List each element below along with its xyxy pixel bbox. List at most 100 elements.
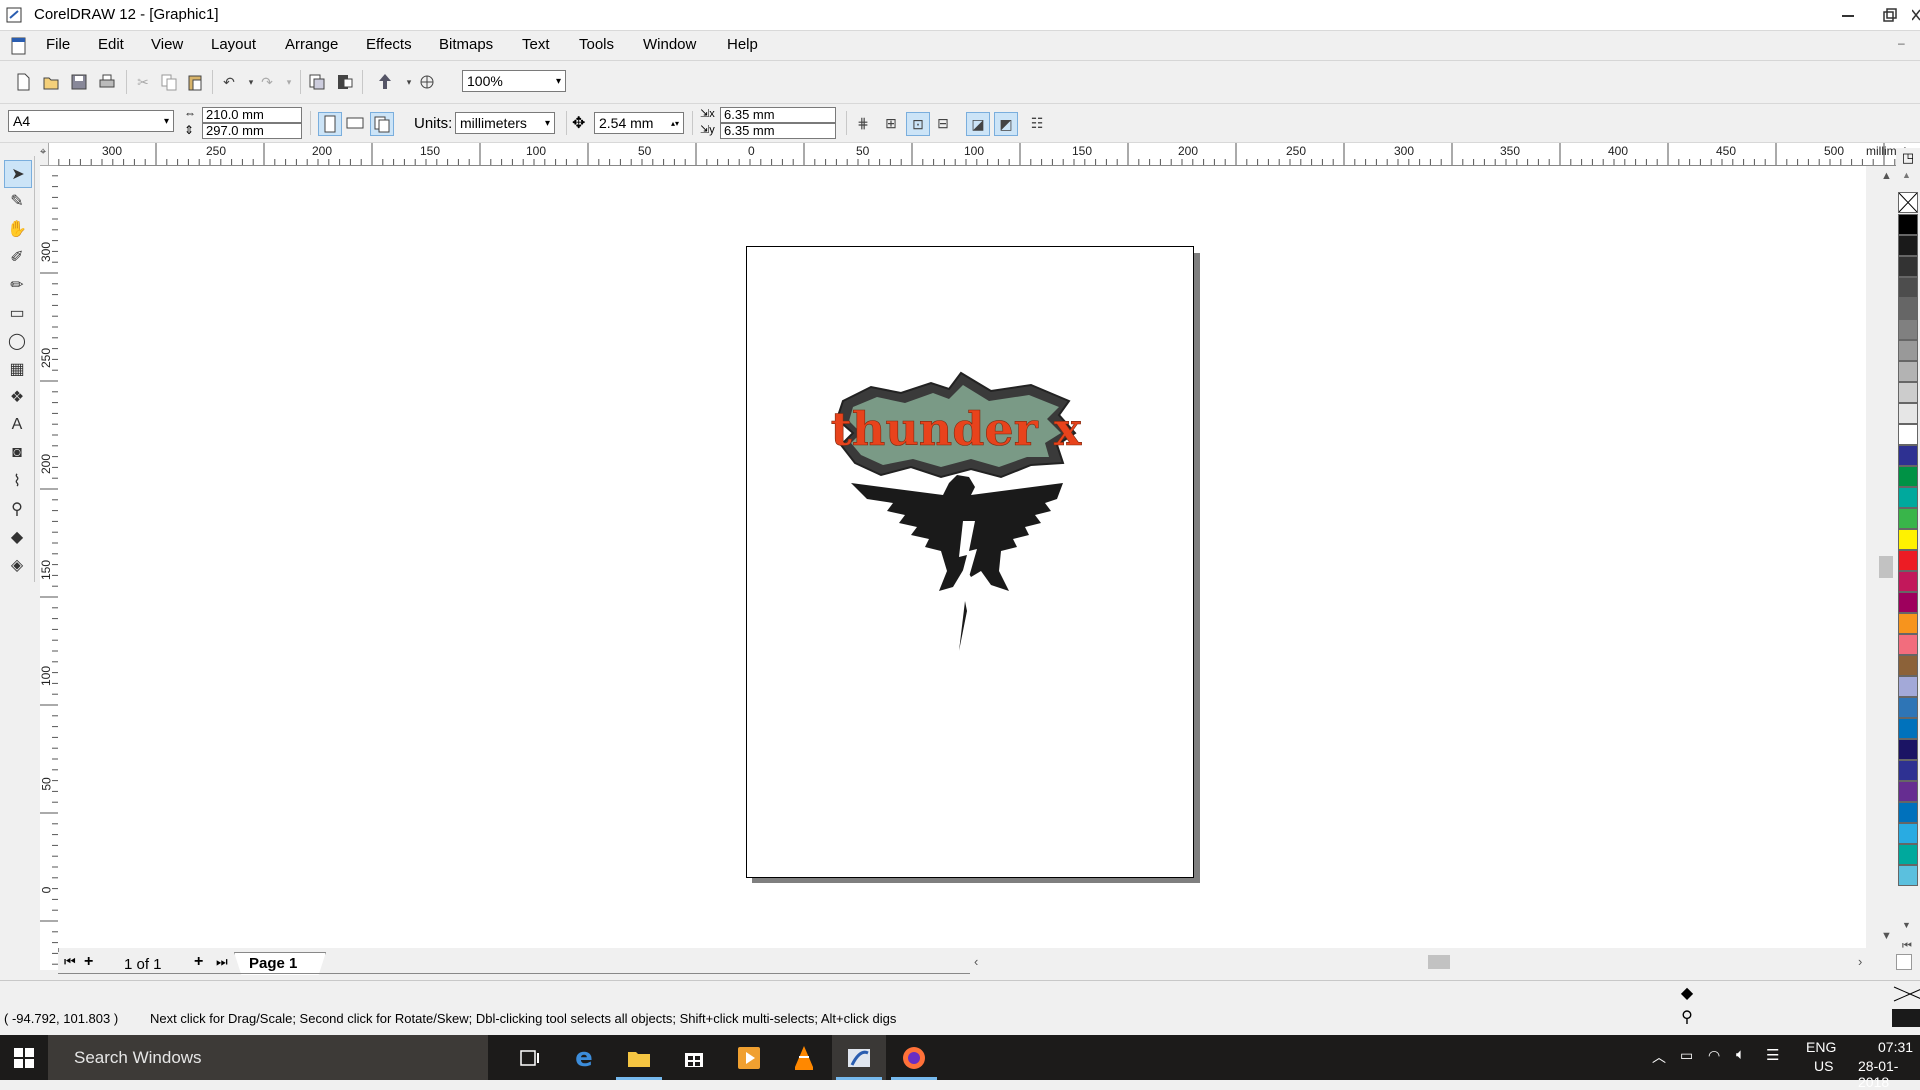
start-button[interactable] xyxy=(0,1035,48,1080)
all-pages-icon[interactable] xyxy=(370,112,394,136)
duplicate-y-field[interactable]: 6.35 mm xyxy=(720,123,836,139)
palette-swatch[interactable] xyxy=(1898,277,1918,298)
cut-icon[interactable]: ✂ xyxy=(132,71,154,93)
taskbar-search-box[interactable]: Search Windows xyxy=(48,1035,488,1080)
palette-swatch[interactable] xyxy=(1898,781,1918,802)
pick-tool-icon[interactable]: ➤ xyxy=(4,160,32,188)
palette-swatch[interactable] xyxy=(1898,256,1918,277)
ruler-origin-icon[interactable]: ⌖ xyxy=(40,146,58,164)
palette-swatch[interactable] xyxy=(1898,319,1918,340)
text-tool-icon[interactable]: A xyxy=(4,412,30,438)
input-region[interactable]: US xyxy=(1814,1058,1833,1074)
vertical-scroll-thumb[interactable] xyxy=(1879,556,1893,578)
redo-icon[interactable]: ↷ xyxy=(256,71,278,93)
scroll-up-icon[interactable]: ▲ xyxy=(1881,170,1892,182)
units-select[interactable]: millimeters ▾ xyxy=(455,112,555,134)
menu-text[interactable]: Text xyxy=(522,36,550,53)
menu-layout[interactable]: Layout xyxy=(211,36,256,53)
vlc-icon[interactable] xyxy=(777,1035,831,1080)
redo-dropdown-icon[interactable]: ▾ xyxy=(278,71,300,93)
palette-swatch[interactable] xyxy=(1898,487,1918,508)
ellipse-tool-icon[interactable]: ◯ xyxy=(4,328,30,354)
outline-indicator-icon[interactable]: ⚲ xyxy=(1676,1007,1698,1029)
options-icon[interactable]: ☷ xyxy=(1026,112,1048,134)
thunder-x-logo[interactable]: thunder x xyxy=(831,371,1131,691)
zoom-corner-icon[interactable] xyxy=(1896,954,1912,970)
store-icon[interactable] xyxy=(667,1035,721,1080)
palette-swatch[interactable] xyxy=(1898,235,1918,256)
scroll-left-icon[interactable]: ‹ xyxy=(974,954,978,969)
palette-swatch[interactable] xyxy=(1898,697,1918,718)
vertical-scrollbar[interactable]: ▲ ▼ xyxy=(1876,166,1896,948)
interactive-fill-tool-icon[interactable]: ◈ xyxy=(4,552,30,578)
palette-swatch[interactable] xyxy=(1898,844,1918,865)
dynamic-guides-icon[interactable]: ⊟ xyxy=(932,112,954,134)
palette-menu-icon[interactable]: ◳ xyxy=(1898,150,1918,170)
first-page-icon[interactable]: ⏮ xyxy=(64,954,76,970)
export-icon[interactable] xyxy=(334,71,356,93)
edge-browser-icon[interactable]: e xyxy=(557,1035,611,1080)
import-icon[interactable] xyxy=(306,71,328,93)
snap-to-objects-icon[interactable]: ⊡ xyxy=(906,112,930,136)
horizontal-ruler[interactable]: 300 250 200 150 100 50 0 50 100 150 200 … xyxy=(48,143,1920,166)
palette-swatch[interactable] xyxy=(1898,214,1918,235)
smart-drawing-tool-icon[interactable]: ✏ xyxy=(4,272,30,298)
application-launcher-icon[interactable] xyxy=(374,71,396,93)
palette-swatch[interactable] xyxy=(1898,466,1918,487)
drawing-page[interactable]: thunder x xyxy=(746,246,1194,878)
menu-file[interactable]: File xyxy=(46,36,70,53)
close-button[interactable] xyxy=(1912,0,1920,30)
menu-window[interactable]: Window xyxy=(643,36,696,53)
paste-icon[interactable] xyxy=(184,71,206,93)
menu-help[interactable]: Help xyxy=(727,36,758,53)
paper-size-select[interactable]: A4 ▾ xyxy=(8,110,174,132)
menu-view[interactable]: View xyxy=(151,36,183,53)
input-language[interactable]: ENG xyxy=(1806,1039,1836,1055)
horizontal-scroll-thumb[interactable] xyxy=(1428,955,1450,969)
doc-minimize-icon[interactable]: – xyxy=(1898,36,1905,50)
interactive-blend-tool-icon[interactable]: ◙ xyxy=(4,440,30,466)
page-height-field[interactable]: 297.0 mm xyxy=(202,123,302,139)
minimize-button[interactable] xyxy=(1828,0,1868,30)
palette-swatch[interactable] xyxy=(1898,529,1918,550)
palette-swatch[interactable] xyxy=(1898,676,1918,697)
landscape-icon[interactable] xyxy=(344,112,366,134)
eyedropper-tool-icon[interactable]: ⌇ xyxy=(4,468,30,494)
graph-paper-tool-icon[interactable]: ▦ xyxy=(4,356,30,382)
palette-swatch[interactable] xyxy=(1898,739,1918,760)
add-page-after-icon[interactable]: + xyxy=(194,953,203,971)
palette-swatch[interactable] xyxy=(1898,298,1918,319)
snap-to-grid-icon[interactable]: ⋕ xyxy=(852,112,874,134)
palette-swatch[interactable] xyxy=(1898,424,1918,445)
palette-swatch[interactable] xyxy=(1898,571,1918,592)
save-icon[interactable] xyxy=(68,71,90,93)
show-hidden-icons[interactable]: ︿ xyxy=(1652,1047,1666,1067)
last-page-icon[interactable]: ⏭ xyxy=(216,954,228,970)
new-icon[interactable] xyxy=(12,71,34,93)
copy-icon[interactable] xyxy=(158,71,180,93)
palette-swatch[interactable] xyxy=(1898,823,1918,844)
scroll-down-icon[interactable]: ▼ xyxy=(1881,930,1892,942)
portrait-icon[interactable] xyxy=(318,112,342,136)
page-tab[interactable]: Page 1 xyxy=(234,952,326,975)
palette-swatch[interactable] xyxy=(1898,445,1918,466)
outline-tool-icon[interactable]: ⚲ xyxy=(4,496,30,522)
coreldraw-taskbar-icon[interactable] xyxy=(832,1035,886,1080)
spin-icon[interactable]: ▴▾ xyxy=(671,119,679,128)
no-fill-swatch[interactable] xyxy=(1898,192,1918,213)
menu-bitmaps[interactable]: Bitmaps xyxy=(439,36,493,53)
basic-shapes-tool-icon[interactable]: ❖ xyxy=(4,384,30,410)
palette-swatch[interactable] xyxy=(1898,634,1918,655)
draw-behind-icon[interactable]: ◩ xyxy=(994,112,1018,136)
fill-indicator-icon[interactable]: ◆ xyxy=(1676,983,1698,1005)
restore-button[interactable] xyxy=(1870,0,1910,30)
scroll-right-icon[interactable]: › xyxy=(1858,954,1862,969)
freehand-tool-icon[interactable]: ✐ xyxy=(4,244,30,270)
shape-tool-icon[interactable]: ✎ xyxy=(4,188,30,214)
menu-arrange[interactable]: Arrange xyxy=(285,36,338,53)
clock-time[interactable]: 07:31 xyxy=(1878,1039,1913,1055)
palette-scroll-up-icon[interactable]: ▲ xyxy=(1902,170,1911,180)
palette-scroll-down-icon[interactable]: ▼ xyxy=(1902,920,1911,930)
menu-edit[interactable]: Edit xyxy=(98,36,124,53)
menu-tools[interactable]: Tools xyxy=(579,36,614,53)
